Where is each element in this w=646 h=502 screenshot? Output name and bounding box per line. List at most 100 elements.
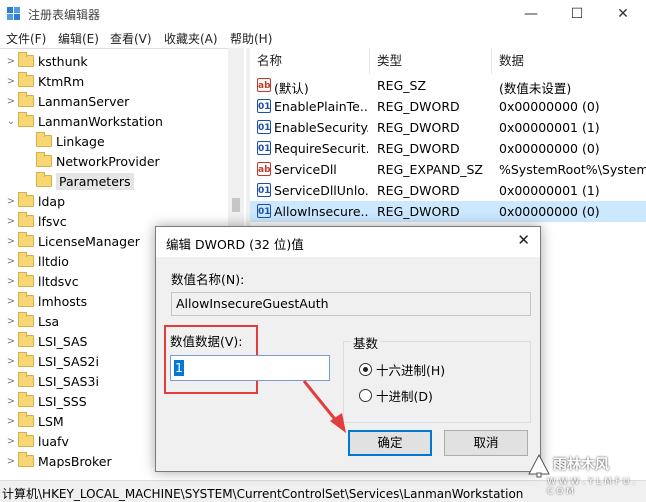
folder-icon [18, 352, 34, 367]
expand-arrow-icon[interactable]: > [4, 456, 18, 467]
tree-item-lanmanserver[interactable]: > LanmanServer [4, 91, 129, 111]
watermark-url: W W W . Y L M F U . C O M [547, 477, 636, 497]
dialog-body: 数值名称(N): AllowInsecureGuestAuth 数值数据(V):… [156, 257, 540, 471]
tree-item-lmhosts[interactable]: > lmhosts [4, 291, 87, 311]
radio-selected-icon [359, 363, 372, 376]
expand-arrow-icon[interactable]: > [4, 436, 18, 447]
radio-icon [359, 389, 372, 402]
minimize-icon: — [524, 6, 538, 22]
column-header-name[interactable]: 名称 [250, 48, 370, 74]
tree-item-linkage[interactable]: Linkage [22, 131, 105, 151]
expand-arrow-icon[interactable]: > [4, 376, 18, 387]
scrollbar-thumb[interactable] [232, 198, 240, 212]
expand-arrow-icon[interactable]: > [4, 256, 18, 267]
tree-item-lltdio[interactable]: > lltdio [4, 251, 69, 271]
expand-arrow-icon[interactable]: > [4, 336, 18, 347]
tree-item-lsi-sss[interactable]: > LSI_SSS [4, 391, 87, 411]
expand-arrow-icon[interactable]: > [4, 316, 18, 327]
tree-item-lsi-sas2i[interactable]: > LSI_SAS2i [4, 351, 99, 371]
edit-dword-dialog: 编辑 DWORD (32 位)值 ✕ 数值名称(N): AllowInsecur… [155, 226, 541, 472]
expand-arrow-icon[interactable]: > [4, 196, 18, 207]
tree-item-lsa[interactable]: > Lsa [4, 311, 59, 331]
value-row[interactable]: 01 EnableSecurity... REG_DWORD 0x0000000… [250, 117, 646, 138]
ok-button[interactable]: 确定 [348, 430, 432, 456]
tree-item-ldap[interactable]: > ldap [4, 191, 65, 211]
expand-arrow-icon[interactable]: > [4, 276, 18, 287]
cancel-button[interactable]: 取消 [444, 430, 528, 456]
dword-value-icon: 01 [257, 183, 271, 197]
decimal-radio[interactable]: 十进制(D) [359, 386, 433, 405]
column-header-type[interactable]: 类型 [370, 48, 492, 74]
expand-arrow-icon[interactable]: > [4, 396, 18, 407]
tree-item-lltdsvc[interactable]: > lltdsvc [4, 271, 79, 291]
maximize-icon: ☐ [570, 6, 584, 22]
folder-icon [18, 192, 34, 207]
expand-arrow-icon[interactable]: > [4, 56, 18, 67]
dword-value-icon: 01 [257, 204, 271, 218]
column-header-data[interactable]: 数据 [492, 48, 646, 74]
tree-item-parameters[interactable]: Parameters [22, 171, 134, 191]
tree-item-lanmanworkstation[interactable]: ⌄ LanmanWorkstation [4, 111, 163, 131]
folder-icon [18, 332, 34, 347]
watermark-text: 雨林木风 [553, 457, 609, 473]
tree-item-licensemanager[interactable]: > LicenseManager [4, 231, 140, 251]
dword-value-icon: 01 [257, 99, 271, 113]
tree-item-lsm[interactable]: > LSM [4, 411, 64, 431]
menu-edit[interactable]: 编辑(E) [58, 30, 99, 47]
annotation-arrow-icon [302, 380, 346, 433]
folder-icon [18, 372, 34, 387]
tree-item-ktmrm[interactable]: > KtmRm [4, 71, 84, 91]
dword-value-icon: 01 [257, 141, 271, 155]
expand-arrow-icon[interactable]: > [4, 96, 18, 107]
value-row[interactable]: ab ServiceDll REG_EXPAND_SZ %SystemRoot%… [250, 159, 646, 180]
dword-value-icon: 01 [257, 120, 271, 134]
menu-help[interactable]: 帮助(H) [230, 30, 272, 47]
registry-editor-window: 注册表编辑器 — ☐ ✕ 文件(F) 编辑(E) 查看(V) 收藏夹(A) 帮助… [0, 0, 646, 502]
folder-icon [36, 132, 52, 147]
tree-item-ksthunk[interactable]: > ksthunk [4, 51, 88, 71]
value-data-label: 数值数据(V): [170, 334, 243, 349]
tree-item-lsi-sas[interactable]: > LSI_SAS [4, 331, 88, 351]
tree-item-lfsvc[interactable]: > lfsvc [4, 211, 67, 231]
menu-favorites[interactable]: 收藏夹(A) [164, 30, 218, 47]
string-value-icon: ab [257, 78, 271, 92]
collapse-arrow-icon[interactable]: ⌄ [4, 116, 18, 127]
minimize-button[interactable]: — [508, 0, 554, 28]
folder-icon [18, 252, 34, 267]
dialog-close-icon[interactable]: ✕ [517, 231, 530, 249]
folder-open-icon [36, 172, 52, 187]
value-data-text: 1 [174, 360, 184, 376]
hex-radio[interactable]: 十六进制(H) [359, 360, 445, 379]
folder-icon [18, 392, 34, 407]
folder-icon [18, 52, 34, 67]
expand-arrow-icon[interactable]: > [4, 356, 18, 367]
value-name-label: 数值名称(N): [171, 272, 245, 287]
maximize-button[interactable]: ☐ [554, 0, 600, 28]
close-button[interactable]: ✕ [600, 0, 646, 28]
expand-arrow-icon[interactable]: > [4, 296, 18, 307]
folder-icon [18, 412, 34, 427]
folder-icon [36, 152, 52, 167]
expand-arrow-icon[interactable]: > [4, 416, 18, 427]
tree-item-networkprovider[interactable]: NetworkProvider [22, 151, 160, 171]
tree-item-lsi-sas3i[interactable]: > LSI_SAS3i [4, 371, 99, 391]
menu-file[interactable]: 文件(F) [6, 30, 46, 47]
value-row[interactable]: 01 RequireSecurit... REG_DWORD 0x0000000… [250, 138, 646, 159]
tree-item-luafv[interactable]: > luafv [4, 431, 69, 451]
menu-bar: 文件(F) 编辑(E) 查看(V) 收藏夹(A) 帮助(H) [0, 28, 646, 48]
value-row[interactable]: ab (默认) REG_SZ (数值未设置) [250, 75, 646, 96]
expand-arrow-icon[interactable]: > [4, 76, 18, 87]
expand-arrow-icon[interactable]: > [4, 236, 18, 247]
tree-item-mapsbroker[interactable]: > MapsBroker [4, 451, 112, 468]
folder-icon [18, 212, 34, 227]
value-row[interactable]: 01 ServiceDllUnlo... REG_DWORD 0x0000000… [250, 180, 646, 201]
folder-icon [18, 452, 34, 467]
value-row[interactable]: 01 EnablePlainTe... REG_DWORD 0x00000000… [250, 96, 646, 117]
folder-icon [18, 112, 34, 127]
string-value-icon: ab [257, 162, 271, 176]
title-bar: 注册表编辑器 — ☐ ✕ [0, 0, 646, 28]
registry-editor-icon [7, 7, 20, 20]
menu-view[interactable]: 查看(V) [110, 30, 152, 47]
value-row-selected[interactable]: 01 AllowInsecure... REG_DWORD 0x00000000… [250, 201, 646, 222]
expand-arrow-icon[interactable]: > [4, 216, 18, 227]
